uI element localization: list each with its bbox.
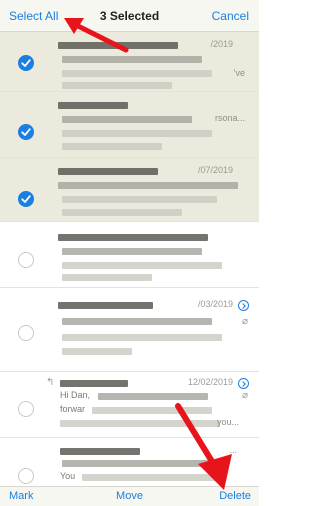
email-row[interactable] [0, 222, 259, 288]
select-all-button[interactable]: Select All [9, 8, 58, 24]
sender-redacted [58, 42, 178, 49]
preview-redacted [62, 274, 152, 281]
preview-redacted [82, 474, 222, 481]
preview-redacted [62, 70, 212, 77]
sender-redacted [60, 380, 128, 387]
mark-button[interactable]: Mark [9, 490, 33, 502]
sender-redacted [58, 234, 208, 241]
preview-snippet: you... [216, 417, 239, 427]
email-date: /03/2019 [197, 299, 233, 309]
preview-greeting: Hi Dan, [60, 390, 91, 400]
selection-circle-icon[interactable] [18, 252, 34, 268]
preview-redacted [62, 334, 222, 341]
nav-bar: 3 Selected Select All Cancel [0, 0, 259, 32]
email-row[interactable]: /2019 've [0, 32, 259, 92]
subject-redacted [62, 318, 212, 325]
email-date: 12/02/2019 [187, 377, 233, 387]
subject-redacted [62, 460, 212, 467]
preview-redacted [62, 196, 217, 203]
preview-redacted [62, 262, 222, 269]
reply-icon: ↰ [46, 377, 55, 388]
subject-redacted [98, 393, 208, 400]
preview-line: You [60, 471, 76, 481]
subject-redacted [62, 248, 202, 255]
subject-redacted [58, 182, 238, 189]
cancel-button[interactable]: Cancel [212, 8, 249, 24]
email-row[interactable]: /03/2019 ⌀ [0, 288, 259, 372]
preview-snippet: ... [229, 445, 237, 455]
selection-circle-icon[interactable] [18, 468, 34, 484]
selection-circle-icon[interactable] [18, 401, 34, 417]
chevron-right-icon[interactable] [238, 378, 249, 389]
email-row[interactable]: rsona... [0, 92, 259, 158]
subject-redacted [62, 56, 202, 63]
subject-redacted [62, 116, 192, 123]
sender-redacted [60, 448, 140, 455]
checkmark-icon[interactable] [18, 55, 34, 71]
preview-redacted [92, 407, 212, 414]
email-date: /07/2019 [197, 165, 233, 175]
email-date: /2019 [210, 39, 233, 49]
email-row[interactable]: ↰ 12/02/2019 Hi Dan, ⌀ forwar you... [0, 372, 259, 438]
preview-redacted [60, 420, 220, 427]
email-row[interactable]: /07/2019 [0, 158, 259, 222]
chevron-right-icon[interactable] [238, 300, 249, 311]
attachment-icon: ⌀ [241, 316, 248, 327]
sender-redacted [58, 302, 153, 309]
email-list: /2019 've rsona... /07/2019 /03/2019 ⌀ ↰… [0, 32, 259, 486]
preview-snippet: rsona... [214, 113, 245, 123]
sender-redacted [58, 102, 128, 109]
selection-circle-icon[interactable] [18, 325, 34, 341]
checkmark-icon[interactable] [18, 191, 34, 207]
preview-snippet: 've [233, 68, 245, 78]
attachment-icon: ⌀ [241, 390, 248, 401]
preview-redacted [62, 209, 182, 216]
email-row[interactable]: ... You [0, 438, 259, 486]
bottom-toolbar: Move Mark Delete [0, 486, 259, 506]
preview-redacted [62, 348, 132, 355]
sender-redacted [58, 168, 158, 175]
checkmark-icon[interactable] [18, 124, 34, 140]
preview-redacted [62, 143, 162, 150]
preview-line: forwar [60, 404, 86, 414]
preview-redacted [62, 130, 212, 137]
delete-button[interactable]: Delete [219, 490, 251, 502]
preview-redacted [62, 82, 172, 89]
